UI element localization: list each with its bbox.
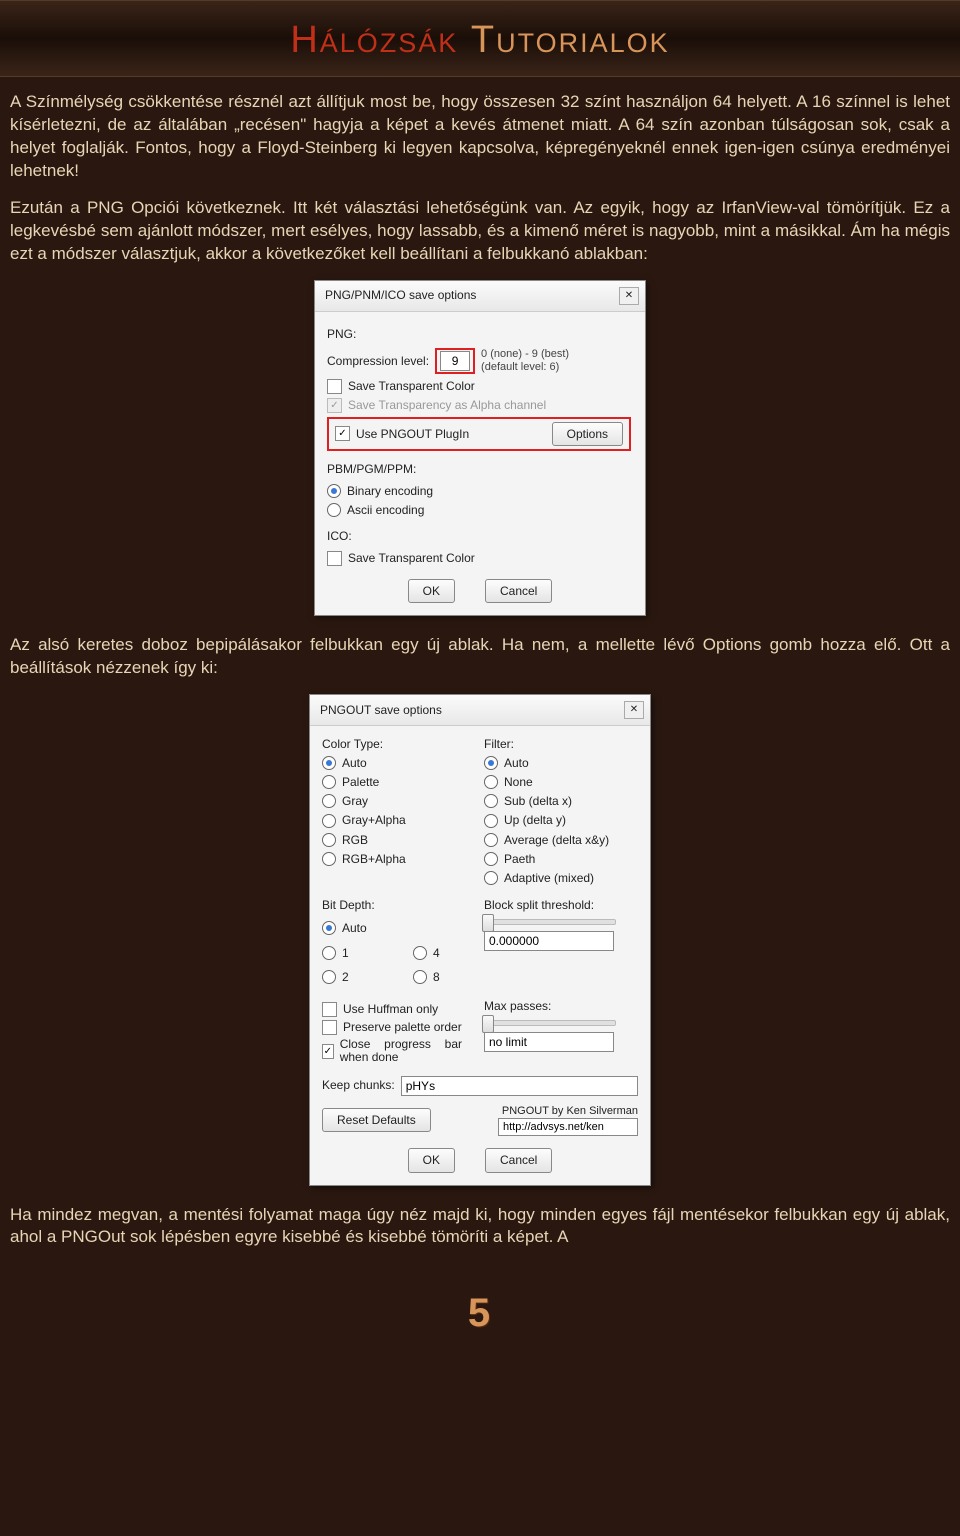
pbm-group-label: PBM/PGM/PPM: — [327, 461, 633, 477]
close-progress-checkbox[interactable] — [322, 1044, 334, 1059]
ico-group-label: ICO: — [327, 528, 633, 544]
flt-up: Up (delta y) — [504, 812, 566, 828]
flt-adaptive: Adaptive (mixed) — [504, 870, 594, 886]
ok-button[interactable]: OK — [408, 579, 455, 603]
close-progress-label: Close progress bar when done — [340, 1038, 462, 1064]
ascii-encoding-radio[interactable] — [327, 503, 341, 517]
ct-gray-radio[interactable] — [322, 794, 336, 808]
pngout-url[interactable] — [498, 1118, 638, 1136]
save-alpha-label: Save Transparency as Alpha channel — [348, 397, 546, 413]
bd-8: 8 — [433, 969, 440, 985]
bd-2-radio[interactable] — [322, 970, 336, 984]
ok-button[interactable]: OK — [408, 1148, 455, 1172]
use-pngout-label: Use PNGOUT PlugIn — [356, 426, 469, 442]
paragraph-1: A Színmélység csökkentése résznél azt ál… — [10, 91, 950, 183]
flt-sub-radio[interactable] — [484, 794, 498, 808]
flt-paeth: Paeth — [504, 851, 535, 867]
ico-transparent-checkbox[interactable] — [327, 551, 342, 566]
flt-auto: Auto — [504, 755, 529, 771]
ct-rgb-radio[interactable] — [322, 833, 336, 847]
ct-auto: Auto — [342, 755, 367, 771]
dialog1-titlebar: PNG/PNM/ICO save options ✕ — [315, 281, 645, 312]
article-body: A Színmélység csökkentése résznél azt ál… — [0, 77, 960, 1273]
ct-palette: Palette — [342, 774, 379, 790]
huffman-checkbox[interactable] — [322, 1002, 337, 1017]
bd-1: 1 — [342, 945, 349, 961]
pngout-credit: PNGOUT by Ken Silverman — [498, 1104, 638, 1119]
flt-none-radio[interactable] — [484, 775, 498, 789]
pngout-save-options-dialog: PNGOUT save options ✕ Color Type: Auto P… — [309, 694, 651, 1186]
keep-chunks-input[interactable] — [401, 1076, 638, 1096]
save-transparent-label: Save Transparent Color — [348, 378, 475, 394]
options-button[interactable]: Options — [552, 422, 623, 446]
ct-grayalpha: Gray+Alpha — [342, 812, 406, 828]
page-title: Hálózsák Tutorialok — [0, 19, 960, 62]
bit-depth-label: Bit Depth: — [322, 897, 462, 913]
close-icon[interactable]: ✕ — [619, 287, 639, 305]
bd-1-radio[interactable] — [322, 946, 336, 960]
max-passes-input[interactable] — [484, 1032, 614, 1052]
compression-label: Compression level: — [327, 353, 429, 369]
use-pngout-checkbox[interactable] — [335, 426, 350, 441]
reset-defaults-button[interactable]: Reset Defaults — [322, 1108, 431, 1132]
compression-input[interactable] — [440, 351, 470, 371]
bd-8-radio[interactable] — [413, 970, 427, 984]
ct-rgb: RGB — [342, 832, 368, 848]
png-group-label: PNG: — [327, 326, 633, 342]
binary-encoding-label: Binary encoding — [347, 483, 433, 499]
keep-chunks-label: Keep chunks: — [322, 1077, 395, 1093]
dialog2-titlebar: PNGOUT save options ✕ — [310, 695, 650, 726]
paragraph-3: Az alsó keretes doboz bepipálásakor felb… — [10, 634, 950, 680]
flt-up-radio[interactable] — [484, 814, 498, 828]
binary-encoding-radio[interactable] — [327, 484, 341, 498]
ct-rgbalpha-radio[interactable] — [322, 852, 336, 866]
title-word-1: Hálózsák — [290, 19, 458, 61]
png-save-options-dialog: PNG/PNM/ICO save options ✕ PNG: Compress… — [314, 280, 646, 616]
block-split-label: Block split threshold: — [484, 897, 638, 913]
ascii-encoding-label: Ascii encoding — [347, 502, 424, 518]
ct-grayalpha-radio[interactable] — [322, 814, 336, 828]
max-passes-label: Max passes: — [484, 998, 638, 1014]
bd-auto: Auto — [342, 920, 367, 936]
dialog1-title-text: PNG/PNM/ICO save options — [325, 287, 476, 303]
bd-4: 4 — [433, 945, 440, 961]
block-split-input[interactable] — [484, 931, 614, 951]
title-word-2: Tutorialok — [471, 19, 670, 61]
bd-auto-radio[interactable] — [322, 921, 336, 935]
page-number: 5 — [0, 1273, 960, 1348]
huffman-label: Use Huffman only — [343, 1001, 438, 1017]
max-passes-slider[interactable] — [484, 1020, 616, 1026]
save-alpha-checkbox — [327, 398, 342, 413]
cancel-button[interactable]: Cancel — [485, 1148, 552, 1172]
preserve-label: Preserve palette order — [343, 1021, 462, 1034]
paragraph-2: Ezután a PNG Opciói következnek. Itt két… — [10, 197, 950, 266]
close-icon[interactable]: ✕ — [624, 701, 644, 719]
compression-hint: 0 (none) - 9 (best)(default level: 6) — [481, 348, 569, 374]
flt-paeth-radio[interactable] — [484, 852, 498, 866]
preserve-checkbox[interactable] — [322, 1020, 337, 1035]
flt-adaptive-radio[interactable] — [484, 871, 498, 885]
color-type-label: Color Type: — [322, 736, 462, 752]
filter-label: Filter: — [484, 736, 638, 752]
flt-avg: Average (delta x&y) — [504, 832, 609, 848]
flt-avg-radio[interactable] — [484, 833, 498, 847]
flt-none: None — [504, 774, 533, 790]
save-transparent-checkbox[interactable] — [327, 379, 342, 394]
pngout-highlight: Use PNGOUT PlugIn Options — [327, 417, 631, 451]
ct-gray: Gray — [342, 793, 368, 809]
ct-auto-radio[interactable] — [322, 756, 336, 770]
ct-rgbalpha: RGB+Alpha — [342, 851, 406, 867]
page-header: Hálózsák Tutorialok — [0, 0, 960, 77]
flt-auto-radio[interactable] — [484, 756, 498, 770]
dialog2-title-text: PNGOUT save options — [320, 702, 442, 718]
paragraph-4: Ha mindez megvan, a mentési folyamat mag… — [10, 1204, 950, 1250]
bd-4-radio[interactable] — [413, 946, 427, 960]
flt-sub: Sub (delta x) — [504, 793, 572, 809]
cancel-button[interactable]: Cancel — [485, 579, 552, 603]
block-split-slider[interactable] — [484, 919, 616, 925]
compression-highlight — [435, 348, 475, 374]
ico-transparent-label: Save Transparent Color — [348, 550, 475, 566]
bd-2: 2 — [342, 969, 349, 985]
ct-palette-radio[interactable] — [322, 775, 336, 789]
